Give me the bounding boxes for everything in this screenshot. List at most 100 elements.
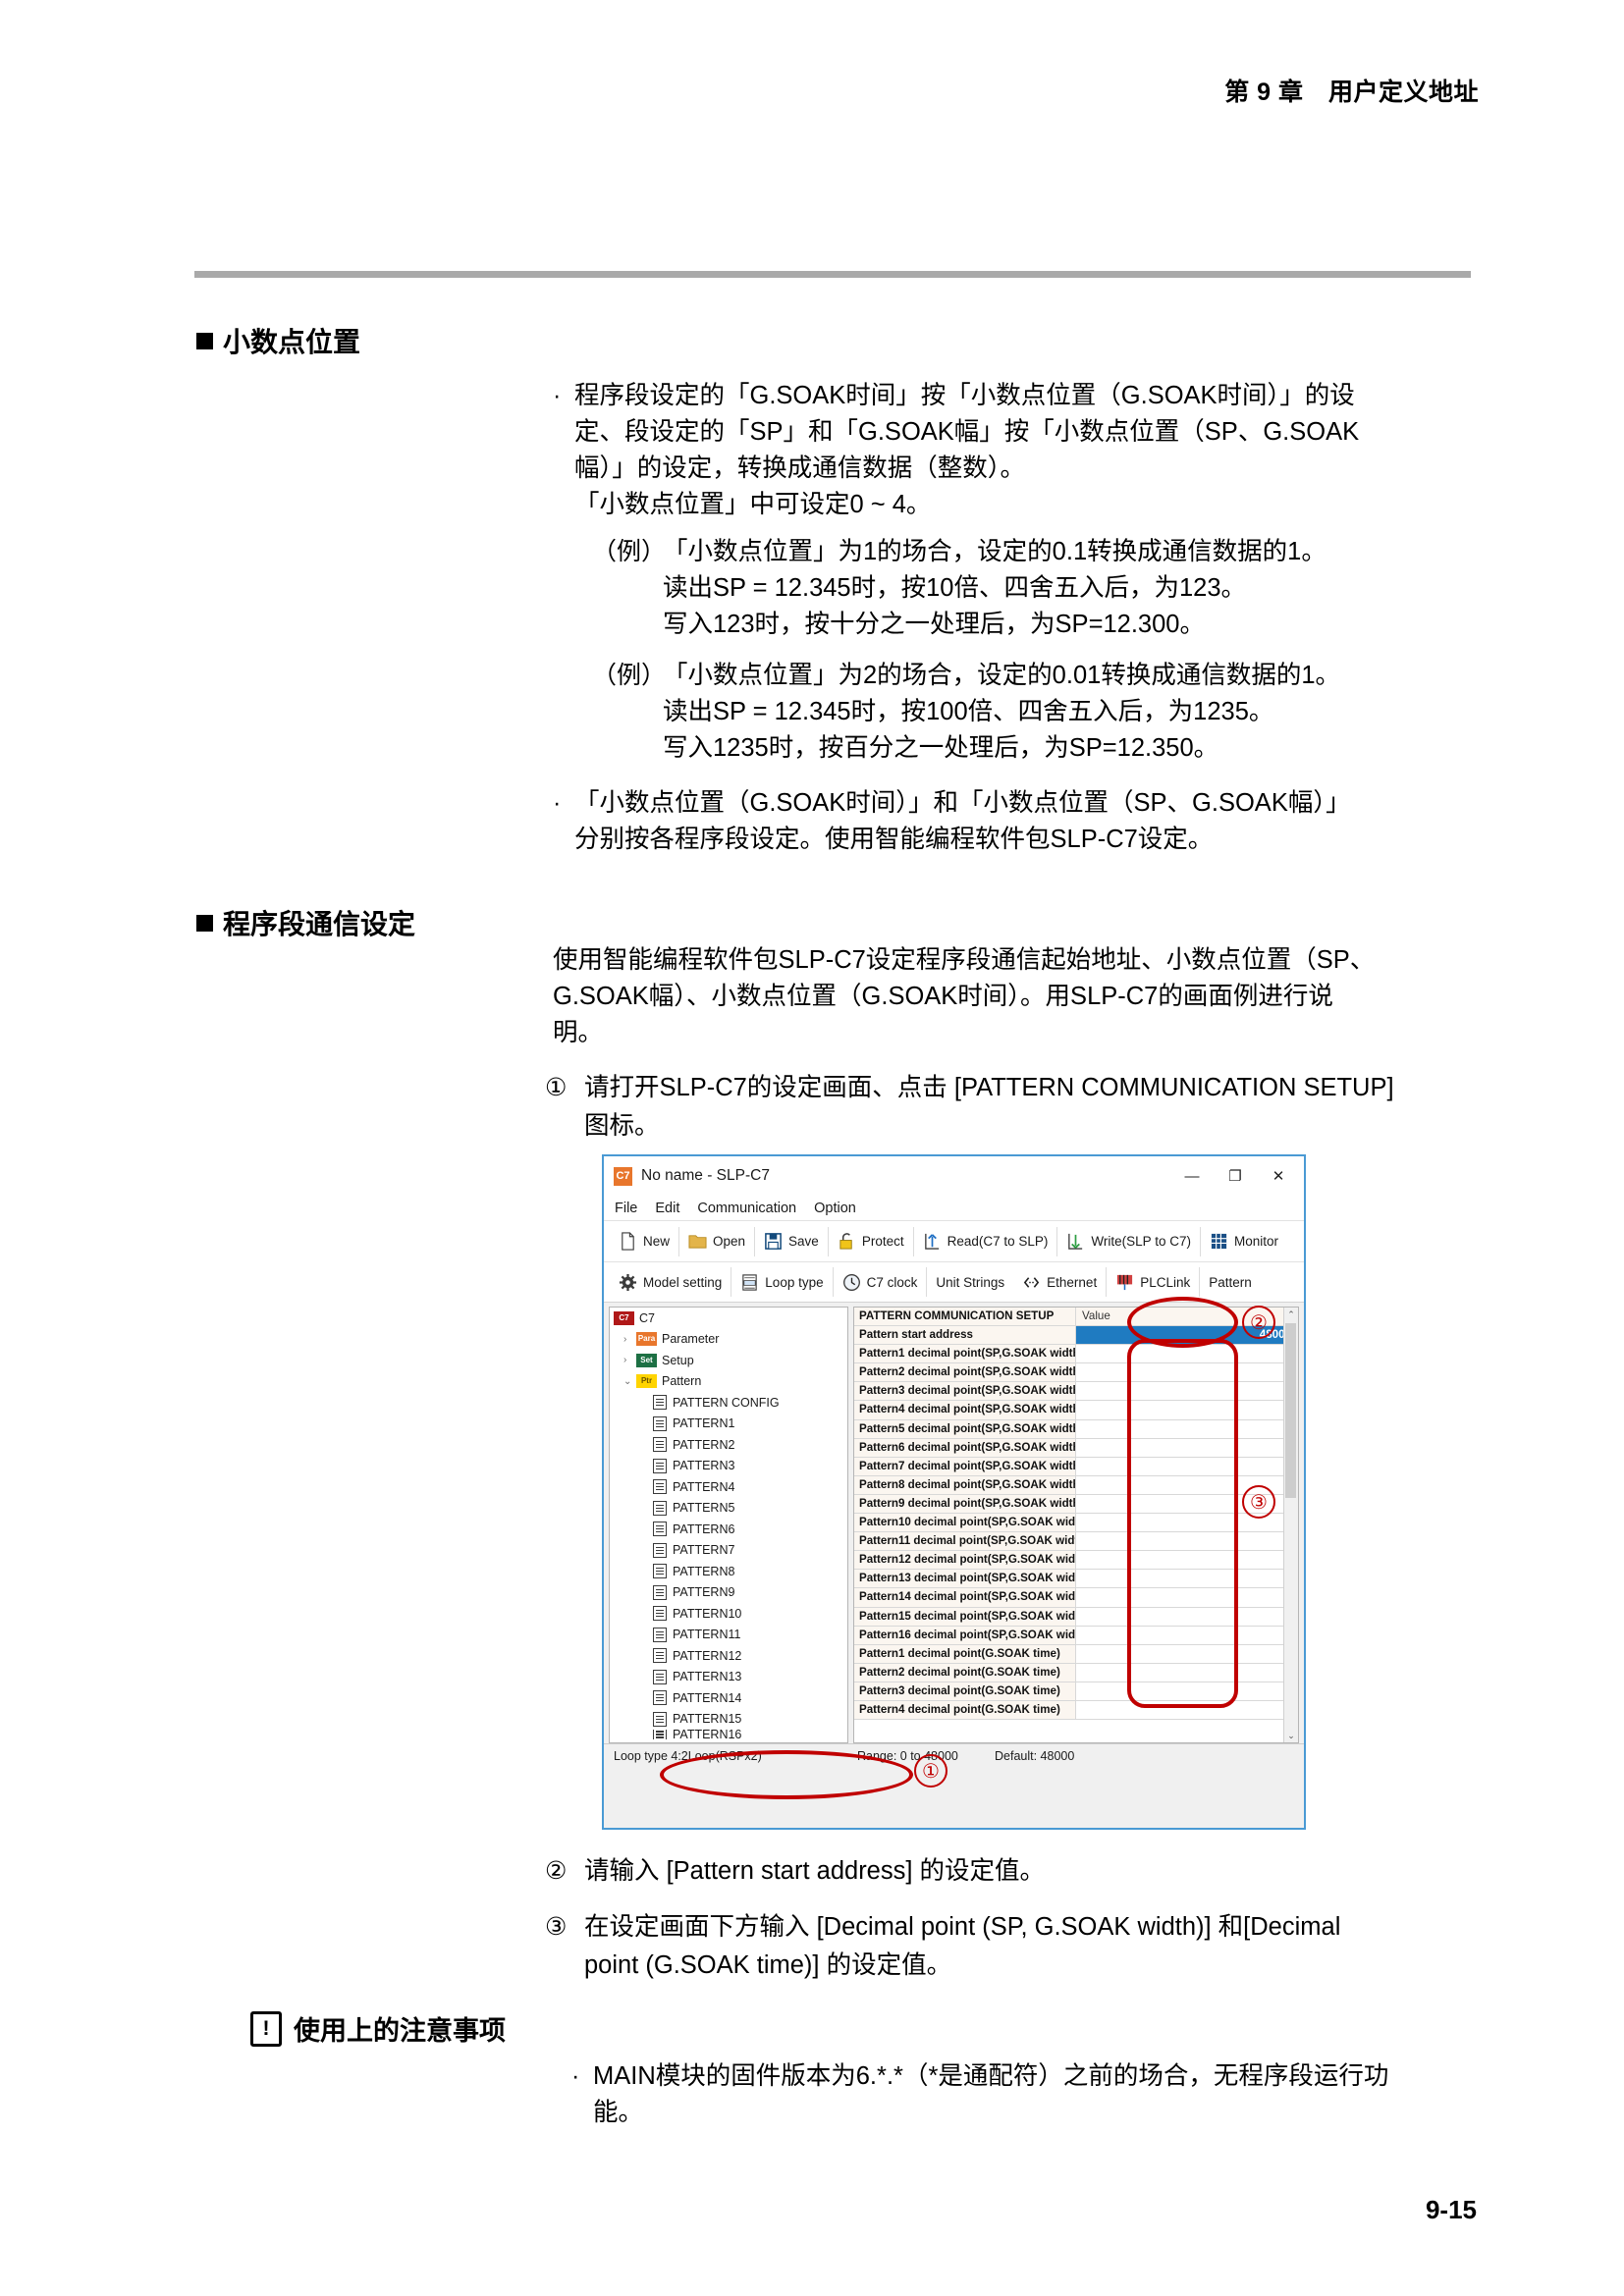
toolbar-button-protect-label: Protect [861, 1234, 904, 1249]
tree-item-pattern5[interactable]: PATTERN5 [610, 1498, 847, 1520]
tree-item-pattern4[interactable]: PATTERN4 [610, 1476, 847, 1498]
step-1: ① 请打开SLP-C7的设定画面、点击 [PATTERN COMMUNICATI… [545, 1069, 1488, 1146]
tree-item-pattern3[interactable]: PATTERN3 [610, 1456, 847, 1477]
navigation-tree[interactable]: C7 C7 › Para Parameter › Set Setup ⌄ Ptr… [609, 1307, 848, 1743]
step-3-text: 在设定画面下方输入 [Decimal point (SP, G.SOAK wid… [584, 1913, 1341, 1979]
toolbar-button-model-setting[interactable]: Model setting [610, 1265, 731, 1299]
toolbar-button-plclink[interactable]: PLCLink [1107, 1265, 1199, 1299]
close-icon[interactable]: ✕ [1257, 1160, 1300, 1192]
tree-node-root[interactable]: C7 C7 [610, 1308, 847, 1329]
padlock-icon [839, 1233, 852, 1250]
new-document-icon [622, 1232, 634, 1251]
app-logo-icon: C7 [614, 1166, 632, 1186]
document-icon [653, 1730, 667, 1739]
grid-row-label: Pattern15 decimal point(SP,G.SOAK width) [854, 1607, 1076, 1626]
tree-item-pattern10[interactable]: PATTERN10 [610, 1603, 847, 1625]
download-arrow-icon [1068, 1233, 1083, 1250]
tree-item-pattern16[interactable]: PATTERN16 [610, 1730, 847, 1739]
folder-open-icon [688, 1235, 707, 1249]
step-3: ③ 在设定画面下方输入 [Decimal point (SP, G.SOAK w… [545, 1908, 1488, 1985]
tree-item-pattern1[interactable]: PATTERN1 [610, 1414, 847, 1435]
tree-node-setup[interactable]: › Set Setup [610, 1350, 847, 1371]
scrollbar-thumb[interactable] [1285, 1323, 1296, 1498]
gear-icon [619, 1273, 637, 1291]
setup-group-icon: Set [636, 1353, 657, 1367]
toolbar-button-save[interactable]: Save [755, 1225, 828, 1258]
annotation-marker-1-tree: ① [914, 1754, 947, 1788]
toolbar-button-open[interactable]: Open [679, 1225, 754, 1258]
toolbar-button-new[interactable]: New [610, 1225, 678, 1258]
grid-row-label: Pattern11 decimal point(SP,G.SOAK width) [854, 1532, 1076, 1551]
parameter-group-icon: Para [636, 1332, 657, 1347]
scroll-down-icon[interactable]: ⌄ [1284, 1729, 1298, 1742]
menu-item-option[interactable]: Option [814, 1201, 856, 1216]
toolbar-button-loop-type[interactable]: Loop type [731, 1265, 832, 1299]
decimal-point-example-2: （例） 「小数点位置」为2的场合，设定的0.01转换成通信数据的1。 读出SP … [592, 658, 1476, 767]
toolbar-button-ethernet[interactable]: Ethernet [1013, 1265, 1106, 1299]
toolbar-button-loop-type-label: Loop type [765, 1274, 824, 1290]
tree-node-parameter[interactable]: › Para Parameter [610, 1329, 847, 1351]
tree-node-pattern-label: Pattern [662, 1374, 702, 1389]
toolbar-button-write[interactable]: Write(SLP to C7) [1057, 1225, 1200, 1258]
section-heading-label: 程序段通信设定 [223, 909, 416, 939]
decimal-point-bullet-1-text: 程序段设定的「G.SOAK时间」按「小数点位置（G.SOAK时间）」的设 定、段… [574, 382, 1360, 518]
menu-item-file[interactable]: File [615, 1201, 637, 1216]
document-icon [653, 1690, 667, 1706]
exclamation-icon: ! [250, 2010, 282, 2047]
plclink-icon [1117, 1274, 1133, 1290]
grid-scrollbar[interactable]: ⌃ ⌄ [1283, 1308, 1298, 1742]
toolbar-button-pattern-label: Pattern [1209, 1274, 1252, 1290]
grid-row-label: Pattern7 decimal point(SP,G.SOAK width) [854, 1457, 1076, 1475]
ethernet-icon [1023, 1276, 1040, 1288]
tree-item-pattern9[interactable]: PATTERN9 [610, 1582, 847, 1604]
toolbar-button-c7-clock-label: C7 clock [866, 1274, 918, 1290]
tree-item-pattern11[interactable]: PATTERN11 [610, 1625, 847, 1646]
toolbar-button-read[interactable]: Read(C7 to SLP) [914, 1225, 1057, 1258]
tree-item-pattern6[interactable]: PATTERN6 [610, 1519, 847, 1540]
section-heading-decimal-point: 小数点位置 [196, 321, 360, 360]
manual-page: 第 9 章 用户定义地址 小数点位置 · 程序段设定的「G.SOAK时间」按「小… [0, 0, 1624, 2296]
toolbar-button-pattern[interactable]: Pattern [1200, 1265, 1261, 1299]
document-icon [653, 1458, 667, 1473]
minimize-icon[interactable]: — [1170, 1160, 1214, 1192]
grid-row-label: Pattern1 decimal point(G.SOAK time) [854, 1644, 1076, 1663]
toolbar-button-c7-clock[interactable]: C7 clock [834, 1265, 927, 1299]
menu-item-communication[interactable]: Communication [697, 1201, 796, 1216]
window-titlebar: C7 No name - SLP-C7 — ❐ ✕ [604, 1156, 1304, 1196]
tree-item-pattern13[interactable]: PATTERN13 [610, 1667, 847, 1688]
toolbar-button-unit-strings-label: Unit Strings [936, 1274, 1005, 1290]
grid-row-label: Pattern3 decimal point(SP,G.SOAK width) [854, 1382, 1076, 1401]
tree-item-label: PATTERN2 [673, 1437, 735, 1452]
document-icon [653, 1564, 667, 1579]
grid-row-label: Pattern2 decimal point(SP,G.SOAK width) [854, 1363, 1076, 1382]
maximize-icon[interactable]: ❐ [1214, 1160, 1257, 1192]
document-icon [653, 1415, 667, 1431]
toolbar-button-unit-strings[interactable]: Unit Strings [927, 1265, 1013, 1299]
caution-bullet: · MAIN模块的固件版本为6.*.*（*是通配符）之前的场合，无程序段运行功 … [571, 2058, 1485, 2131]
menu-item-edit[interactable]: Edit [655, 1201, 679, 1216]
chevron-right-icon[interactable]: › [623, 1334, 636, 1345]
tree-item-pattern7[interactable]: PATTERN7 [610, 1540, 847, 1562]
tree-item-pattern-config[interactable]: PATTERN CONFIG [610, 1392, 847, 1414]
tree-item-pattern2[interactable]: PATTERN2 [610, 1434, 847, 1456]
toolbar-button-monitor[interactable]: Monitor [1201, 1225, 1287, 1258]
chevron-down-icon[interactable]: ⌄ [623, 1376, 636, 1387]
document-icon [653, 1711, 667, 1727]
tree-node-pattern[interactable]: ⌄ Ptr Pattern [610, 1371, 847, 1393]
document-icon [653, 1606, 667, 1622]
pattern-comm-intro: 使用智能编程软件包SLP-C7设定程序段通信起始地址、小数点位置（SP、 G.S… [553, 946, 1376, 1046]
tree-item-label: PATTERN13 [673, 1670, 742, 1684]
scroll-up-icon[interactable]: ⌃ [1284, 1308, 1298, 1321]
tree-item-pattern12[interactable]: PATTERN12 [610, 1645, 847, 1667]
tree-item-label: PATTERN1 [673, 1416, 735, 1431]
tree-item-pattern15[interactable]: PATTERN15 [610, 1709, 847, 1731]
grid-row-label: Pattern8 decimal point(SP,G.SOAK width) [854, 1475, 1076, 1494]
toolbar-button-write-label: Write(SLP to C7) [1091, 1234, 1191, 1249]
tree-item-label: PATTERN6 [673, 1522, 735, 1536]
grid-row-label: Pattern6 decimal point(SP,G.SOAK width) [854, 1438, 1076, 1457]
toolbar-button-protect[interactable]: Protect [829, 1225, 913, 1258]
grid-row-label: Pattern10 decimal point(SP,G.SOAK width) [854, 1514, 1076, 1532]
chevron-right-icon[interactable]: › [623, 1355, 636, 1365]
tree-item-pattern14[interactable]: PATTERN14 [610, 1687, 847, 1709]
tree-item-pattern8[interactable]: PATTERN8 [610, 1561, 847, 1582]
